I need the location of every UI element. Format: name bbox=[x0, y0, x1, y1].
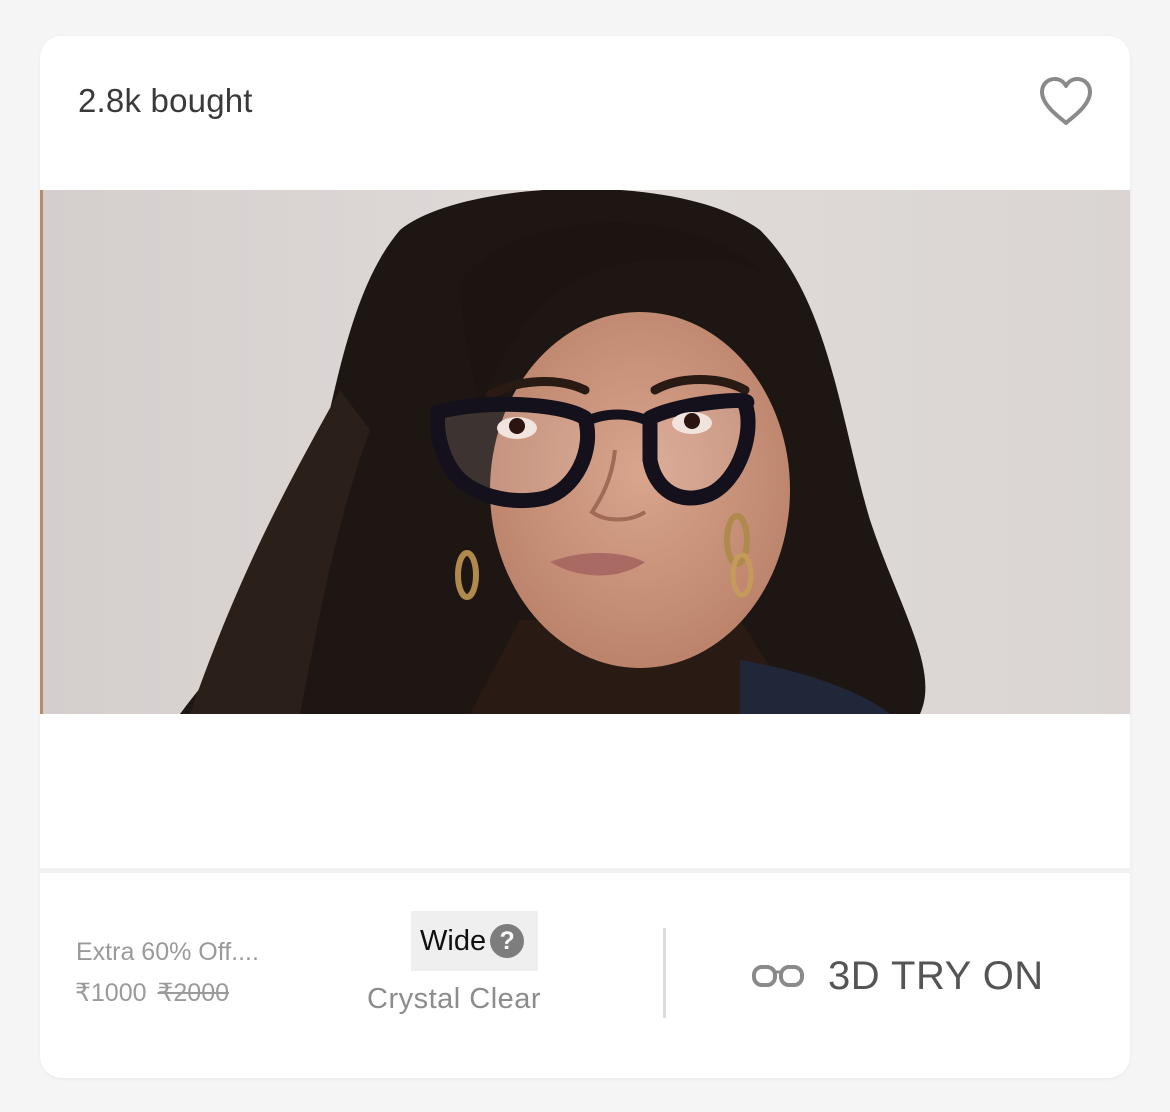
bought-count: 2.8k bought bbox=[78, 82, 253, 119]
offer-text: Extra 60% Off.... bbox=[76, 938, 259, 966]
help-icon[interactable]: ? bbox=[490, 924, 525, 958]
image-edge-strip bbox=[40, 190, 43, 714]
frame-width-badge: Wide ? bbox=[411, 911, 538, 971]
glasses-icon bbox=[752, 965, 804, 987]
frame-color-label: Crystal Clear bbox=[367, 983, 542, 1015]
vertical-divider bbox=[663, 928, 666, 1018]
price-row: ₹1000 ₹2000 bbox=[75, 978, 229, 1008]
product-image[interactable] bbox=[40, 190, 1130, 714]
product-card[interactable]: 2.8k bought Extra 60% Off.... ₹1000 ₹200… bbox=[40, 36, 1130, 1078]
wishlist-heart-icon[interactable] bbox=[1038, 76, 1094, 128]
original-price: ₹2000 bbox=[157, 979, 230, 1007]
3d-try-on-button[interactable]: 3D TRY ON bbox=[752, 946, 1044, 1006]
current-price: ₹1000 bbox=[75, 979, 147, 1007]
section-divider bbox=[40, 868, 1130, 873]
frame-width-label: Wide bbox=[420, 924, 487, 957]
tryon-label: 3D TRY ON bbox=[828, 953, 1044, 998]
